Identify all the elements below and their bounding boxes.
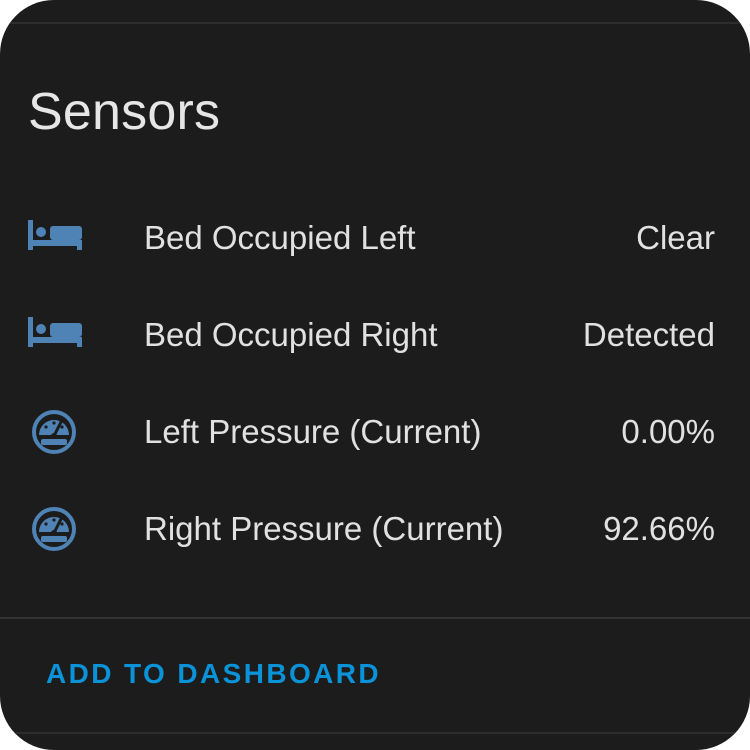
sensor-row-right-pressure[interactable]: Right Pressure (Current) 92.66%	[0, 499, 750, 559]
top-divider	[0, 22, 750, 24]
add-to-dashboard-button[interactable]: ADD TO DASHBOARD	[46, 658, 381, 690]
sensor-value: Clear	[636, 219, 715, 256]
sensor-label: Right Pressure (Current)	[144, 510, 504, 547]
sensor-label: Left Pressure (Current)	[144, 413, 482, 450]
sensor-row-left-pressure[interactable]: Left Pressure (Current) 0.00%	[0, 402, 750, 462]
bed-icon	[28, 317, 82, 347]
bed-icon	[28, 220, 82, 250]
sensor-value: 92.66%	[603, 510, 715, 547]
actions-divider	[0, 617, 750, 619]
sensors-card: Sensors Bed Occupied Left Clear Bed Occu…	[0, 0, 750, 750]
card-title: Sensors	[28, 83, 221, 141]
gauge-icon	[32, 507, 76, 551]
gauge-icon	[32, 410, 76, 454]
sensor-value: Detected	[582, 316, 715, 353]
sensor-row-bed-occupied-left[interactable]: Bed Occupied Left Clear	[0, 208, 750, 268]
sensor-label: Bed Occupied Left	[144, 219, 416, 256]
sensor-label: Bed Occupied Right	[144, 316, 438, 353]
sensor-row-bed-occupied-right[interactable]: Bed Occupied Right Detected	[0, 305, 750, 365]
sensor-value: 0.00%	[621, 413, 715, 450]
bottom-divider	[0, 732, 750, 734]
